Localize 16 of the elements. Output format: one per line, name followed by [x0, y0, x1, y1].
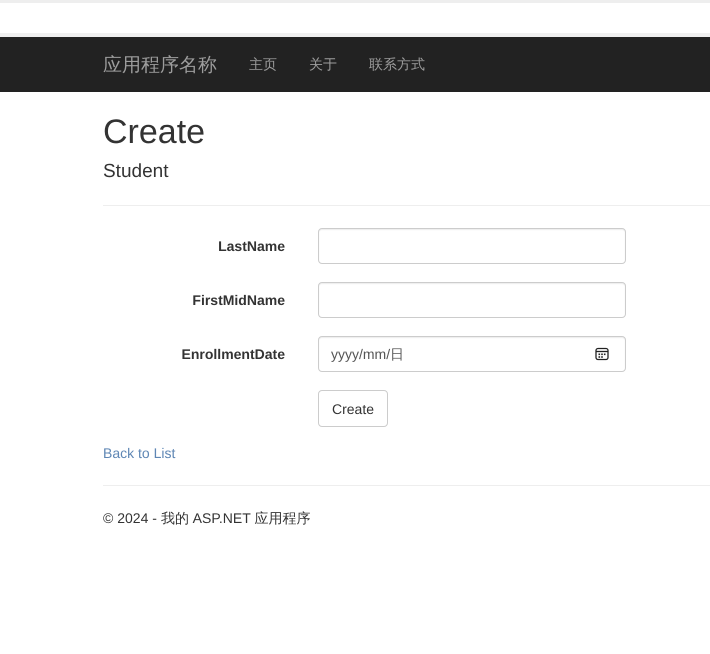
date-field[interactable]: yyyy/mm/日 — [318, 336, 626, 372]
nav-link[interactable]: 主页 — [249, 56, 277, 74]
brand-link[interactable]: 应用程序名称 — [103, 52, 217, 78]
input-field[interactable] — [318, 228, 626, 264]
footer-text: © 2024 - 我的 ASP.NET 应用程序 — [103, 510, 312, 528]
back-link[interactable]: Back to List — [103, 445, 176, 462]
field-label: LastName — [217, 238, 285, 254]
field-label: EnrollmentDate — [180, 346, 285, 362]
create-button[interactable]: Create — [318, 390, 388, 428]
calendar-icon[interactable] — [595, 347, 609, 362]
page-heading: Create — [103, 114, 206, 152]
nav-link[interactable]: 联系方式 — [369, 56, 425, 74]
input-field[interactable] — [318, 282, 626, 318]
field-label: FirstMidName — [191, 292, 285, 308]
nav-link[interactable]: 关于 — [309, 56, 337, 74]
page-subheading: Student — [103, 161, 170, 184]
